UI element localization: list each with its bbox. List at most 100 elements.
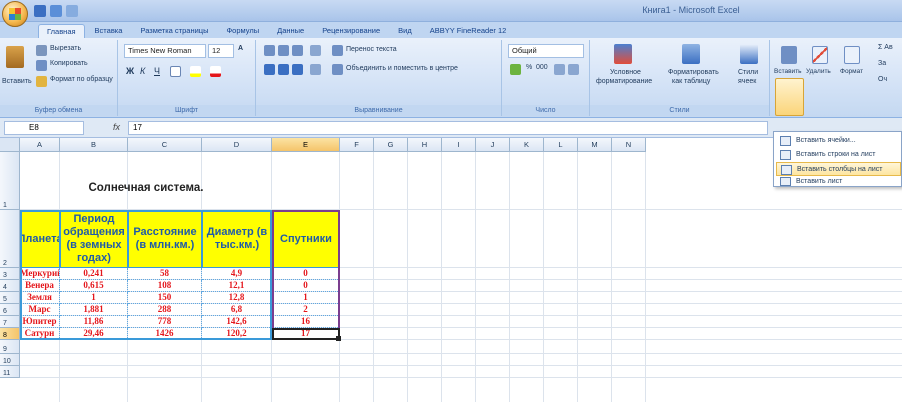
row-header-5[interactable]: 5 xyxy=(0,292,20,304)
insert-function-button[interactable]: fx xyxy=(113,122,120,132)
insert-cells-icon[interactable] xyxy=(781,46,797,64)
select-all-corner[interactable] xyxy=(0,138,20,152)
clear-button[interactable]: Оч xyxy=(878,76,887,83)
decrease-decimal-icon[interactable] xyxy=(568,64,579,75)
align-left-icon[interactable] xyxy=(264,64,275,75)
table-cell[interactable]: 16 xyxy=(272,316,340,328)
column-header-f[interactable]: F xyxy=(340,138,374,152)
cell-styles-icon[interactable] xyxy=(740,44,758,64)
column-header-d[interactable]: D xyxy=(202,138,272,152)
table-cell[interactable]: 108 xyxy=(128,280,202,292)
fill-handle[interactable] xyxy=(336,336,341,341)
percent-button[interactable]: % xyxy=(526,64,532,71)
align-center-icon[interactable] xyxy=(278,64,289,75)
table-cell[interactable]: 6,8 xyxy=(202,304,272,316)
table-header-cell[interactable]: Планета xyxy=(20,210,60,268)
autosum-button[interactable]: Σ Ав xyxy=(878,44,893,51)
underline-button[interactable]: Ч xyxy=(154,66,160,76)
table-cell[interactable]: Венера xyxy=(20,280,60,292)
tab-insert[interactable]: Вставка xyxy=(87,24,131,38)
office-button[interactable] xyxy=(2,1,28,27)
column-header-c[interactable]: C xyxy=(128,138,202,152)
column-header-k[interactable]: K xyxy=(510,138,544,152)
row-header-1[interactable]: 1 xyxy=(0,152,20,210)
merge-center-icon[interactable] xyxy=(332,64,343,75)
format-as-table-icon[interactable] xyxy=(682,44,700,64)
table-cell[interactable]: 0 xyxy=(272,280,340,292)
bold-button[interactable]: Ж xyxy=(126,66,134,76)
paste-button[interactable]: Вставить xyxy=(2,78,32,85)
insert-button[interactable]: Вставить xyxy=(774,68,802,75)
format-painter-button[interactable]: Формат по образцу xyxy=(50,76,113,83)
menu-insert-cells[interactable]: Вставить ячейки... xyxy=(776,134,901,148)
table-cell[interactable]: 4,9 xyxy=(202,268,272,280)
currency-icon[interactable] xyxy=(510,64,521,75)
table-cell[interactable]: Марс xyxy=(20,304,60,316)
column-header-l[interactable]: L xyxy=(544,138,578,152)
tab-abbyy[interactable]: ABBYY FineReader 12 xyxy=(422,24,515,38)
fill-button[interactable]: За xyxy=(878,60,886,67)
table-cell[interactable]: 1426 xyxy=(128,328,202,340)
tab-formulas[interactable]: Формулы xyxy=(218,24,267,38)
paste-icon[interactable] xyxy=(6,46,24,68)
worksheet-grid[interactable]: A B C D E F G H I J K L M N 1 2 3 4 5 6 7 8 9 10 11 Солнечная сис… xyxy=(0,138,902,402)
table-cell[interactable]: 12,1 xyxy=(202,280,272,292)
conditional-formatting-icon[interactable] xyxy=(614,44,632,64)
column-header-n[interactable]: N xyxy=(612,138,646,152)
column-header-i[interactable]: I xyxy=(442,138,476,152)
number-format-select[interactable]: Общий xyxy=(508,44,584,58)
column-header-h[interactable]: H xyxy=(408,138,442,152)
delete-button[interactable]: Удалить xyxy=(806,68,831,75)
align-middle-icon[interactable] xyxy=(278,45,289,56)
row-header-11[interactable]: 11 xyxy=(0,366,20,378)
table-cell[interactable]: 288 xyxy=(128,304,202,316)
menu-insert-rows[interactable]: Вставить строки на лист xyxy=(776,148,901,162)
table-cell[interactable]: 1 xyxy=(272,292,340,304)
column-header-g[interactable]: G xyxy=(374,138,408,152)
menu-insert-sheet[interactable]: Вставить лист xyxy=(776,177,901,187)
align-top-icon[interactable] xyxy=(264,45,275,56)
table-cell[interactable]: 120,2 xyxy=(202,328,272,340)
borders-icon[interactable] xyxy=(170,66,181,77)
cut-icon[interactable] xyxy=(36,45,47,56)
delete-cells-icon[interactable] xyxy=(812,46,828,64)
format-button[interactable]: Формат xyxy=(840,68,863,75)
table-cell[interactable]: Земля xyxy=(20,292,60,304)
column-header-b[interactable]: B xyxy=(60,138,128,152)
format-as-table-button[interactable]: Форматировать xyxy=(668,69,719,76)
font-name-select[interactable]: Times New Roman xyxy=(124,44,206,58)
wrap-text-button[interactable]: Перенос текста xyxy=(346,46,397,53)
table-cell[interactable]: 0,241 xyxy=(60,268,128,280)
table-cell[interactable]: Меркурий xyxy=(20,268,60,280)
table-cell[interactable]: 142,6 xyxy=(202,316,272,328)
menu-insert-columns[interactable]: Вставить столбцы на лист xyxy=(776,162,901,176)
table-cell[interactable]: 12,8 xyxy=(202,292,272,304)
table-cell[interactable]: 58 xyxy=(128,268,202,280)
wrap-text-icon[interactable] xyxy=(332,45,343,56)
tab-review[interactable]: Рецензирование xyxy=(314,24,388,38)
table-cell[interactable]: 150 xyxy=(128,292,202,304)
row-header-8[interactable]: 8 xyxy=(0,328,20,340)
copy-button[interactable]: Копировать xyxy=(50,60,88,67)
table-cell[interactable]: 1,881 xyxy=(60,304,128,316)
row-header-6[interactable]: 6 xyxy=(0,304,20,316)
font-color-icon[interactable] xyxy=(210,66,221,77)
table-header-cell[interactable]: Расстояние (в млн.км.) xyxy=(128,210,202,268)
merge-center-button[interactable]: Объединить и поместить в центре xyxy=(346,65,458,72)
column-header-e[interactable]: E xyxy=(272,138,340,152)
indent-icon[interactable] xyxy=(310,64,321,75)
format-painter-icon[interactable] xyxy=(36,76,47,87)
column-header-j[interactable]: J xyxy=(476,138,510,152)
row-header-7[interactable]: 7 xyxy=(0,316,20,328)
tab-page-layout[interactable]: Разметка страницы xyxy=(132,24,216,38)
table-cell[interactable]: 2 xyxy=(272,304,340,316)
row-header-4[interactable]: 4 xyxy=(0,280,20,292)
row-header-2[interactable]: 2 xyxy=(0,210,20,268)
table-cell[interactable]: Юпитер xyxy=(20,316,60,328)
column-header-a[interactable]: A xyxy=(20,138,60,152)
table-cell[interactable]: 17 xyxy=(272,328,340,340)
row-header-9[interactable]: 9 xyxy=(0,340,20,354)
column-header-m[interactable]: M xyxy=(578,138,612,152)
align-bottom-icon[interactable] xyxy=(292,45,303,56)
conditional-formatting-button[interactable]: Условное xyxy=(610,69,641,76)
